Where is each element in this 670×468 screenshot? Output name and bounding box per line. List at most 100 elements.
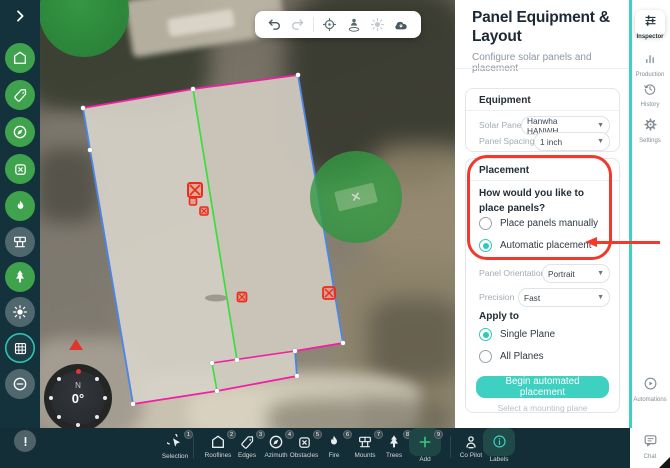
placement-heading: Placement — [479, 165, 529, 176]
resize-corner — [659, 457, 670, 468]
panel-spacing-label: Panel Spacing — [479, 136, 534, 146]
tool-badge: 9 — [434, 430, 443, 439]
manual-placement-option[interactable]: Place panels manually — [479, 217, 598, 230]
annotation-arrow — [596, 241, 660, 244]
selection-cursor-icon — [167, 434, 184, 451]
alert-button[interactable] — [14, 430, 36, 452]
chat-icon — [643, 433, 658, 448]
placement-question: How would you like to place panels? — [479, 186, 604, 216]
tab-production[interactable]: Production — [630, 52, 670, 78]
cloud-download-icon[interactable] — [393, 17, 409, 33]
tab-automations[interactable]: Automations — [630, 376, 670, 403]
tool-add[interactable]: 9 Add — [403, 431, 447, 467]
bottom-toolbar: 1 Selection 2 Rooflines 3 Edges 4 Azimut… — [0, 428, 630, 468]
begin-automated-placement-button[interactable]: Begin automated placement — [476, 376, 609, 398]
flame-icon — [13, 199, 28, 214]
gps-target-icon[interactable] — [322, 17, 337, 32]
tree-annotation[interactable]: ✕ — [310, 151, 402, 243]
cta-hint: Select a mounting plane — [466, 403, 619, 413]
sidebar-fire-button[interactable] — [5, 191, 35, 221]
all-planes-option[interactable]: All Planes — [479, 350, 544, 363]
obstacle-marker[interactable] — [323, 287, 335, 299]
chevron-down-icon: ▼ — [597, 138, 604, 145]
precision-label: Precision — [479, 292, 514, 302]
x-box-icon — [297, 435, 312, 450]
info-icon — [492, 434, 507, 449]
equipment-card: Equipment Solar Panel Hanwha HANWH... ▼ … — [465, 88, 620, 152]
tag-icon — [240, 435, 255, 450]
obstacle-marker[interactable] — [200, 207, 208, 215]
tool-badge: 1 — [184, 430, 193, 439]
left-sidebar — [0, 0, 40, 428]
sidebar-mounts-button[interactable] — [5, 227, 35, 257]
panel-grid-icon — [13, 341, 28, 356]
mount-icon — [357, 434, 373, 450]
panel-title: Panel Equipment & Layout — [472, 8, 624, 47]
panel-orientation-label: Panel Orientation — [479, 268, 545, 278]
divider — [455, 68, 630, 69]
plus-icon — [417, 434, 433, 450]
chevron-down-icon: ▼ — [597, 270, 604, 277]
annotation-arrow-head — [585, 237, 597, 247]
north-marker-icon — [69, 339, 83, 350]
chevron-down-icon: ▼ — [597, 294, 604, 301]
radio-unselected[interactable] — [479, 217, 492, 230]
tree-icon — [12, 269, 28, 285]
right-sidebar: Inspector Production History Settings Au… — [630, 0, 670, 468]
panel-spacing-select[interactable]: 1 inch ▼ — [534, 132, 610, 151]
toolbar-divider — [193, 436, 194, 458]
placement-card: Placement How would you like to place pa… — [465, 158, 620, 413]
compass-icon — [12, 124, 28, 140]
tool-labels[interactable]: Labels — [477, 431, 521, 467]
play-circle-icon — [643, 376, 658, 391]
sidebar-azimuth-button[interactable] — [5, 117, 35, 147]
sidebar-setbacks-button[interactable] — [5, 369, 35, 399]
street-view-icon[interactable] — [346, 17, 362, 33]
tree-x-mark: ✕ — [349, 189, 362, 205]
obstacle-marker[interactable] — [190, 198, 197, 205]
compass-widget[interactable]: N 0° — [44, 364, 112, 428]
tab-settings[interactable]: Settings — [630, 117, 670, 144]
undo-icon[interactable] — [267, 17, 282, 32]
expand-chevron-icon[interactable] — [12, 8, 28, 24]
compass-north-dot — [76, 369, 81, 374]
compass-cardinal: N — [44, 381, 112, 390]
radio-unselected[interactable] — [479, 350, 492, 363]
sidebar-rooflines-button[interactable] — [5, 43, 35, 73]
sidebar-shading-button[interactable] — [5, 297, 35, 327]
tab-history[interactable]: History — [630, 82, 670, 108]
app-window: ✕ N 0° — [0, 0, 670, 468]
sidebar-trees-button[interactable] — [5, 262, 35, 292]
redo-icon[interactable] — [290, 17, 305, 32]
sun-shading-icon[interactable] — [370, 17, 385, 32]
automatic-placement-option[interactable]: Automatic placement — [479, 239, 591, 252]
sidebar-edges-button[interactable] — [5, 80, 35, 110]
chevron-down-icon: ▼ — [597, 122, 604, 129]
roof-vent-shadow — [205, 295, 227, 302]
equipment-heading: Equipment — [479, 95, 531, 106]
single-plane-option[interactable]: Single Plane — [479, 328, 555, 341]
apply-to-heading: Apply to — [479, 309, 519, 324]
map-canvas[interactable]: ✕ N 0° — [40, 0, 455, 428]
tree-center-handle[interactable]: ✕ — [334, 182, 378, 211]
alert-icon — [19, 435, 32, 448]
sliders-icon — [643, 13, 658, 28]
tab-inspector[interactable]: Inspector — [630, 13, 670, 40]
panel-orientation-select[interactable]: Portrait ▼ — [542, 264, 610, 283]
toolbar-divider — [313, 17, 314, 32]
radio-selected[interactable] — [479, 239, 492, 252]
tag-icon — [13, 88, 28, 103]
compass-heading: 0° — [44, 391, 112, 406]
divider — [466, 110, 619, 111]
sidebar-obstacles-button[interactable] — [5, 154, 35, 184]
sidebar-panels-button[interactable] — [5, 333, 35, 363]
precision-select[interactable]: Fast ▼ — [518, 288, 610, 307]
inspector-panel: Panel Equipment & Layout Configure solar… — [455, 0, 630, 428]
mount-icon — [12, 234, 28, 250]
tool-selection[interactable]: 1 Selection — [153, 431, 197, 467]
obstacle-marker[interactable] — [188, 183, 202, 197]
obstacle-marker[interactable] — [238, 293, 247, 302]
radio-selected[interactable] — [479, 328, 492, 341]
tab-chat[interactable]: Chat — [630, 433, 670, 460]
roof-icon — [12, 50, 28, 66]
